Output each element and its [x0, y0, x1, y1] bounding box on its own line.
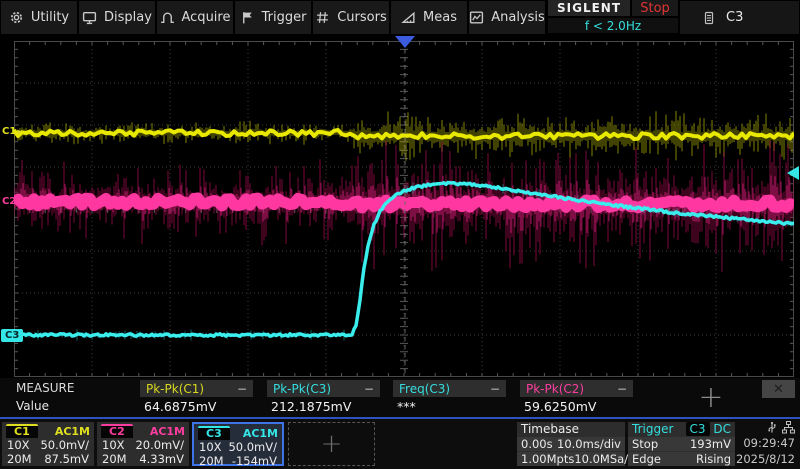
channel-list-icon — [704, 11, 714, 24]
c2-coupling: AC1M — [149, 425, 185, 438]
add-channel-button[interactable]: + — [288, 422, 375, 466]
timebase-delay: 0.00s — [521, 437, 553, 451]
trigger-status: Stop — [632, 437, 659, 451]
menu-meas[interactable]: Meas — [391, 1, 467, 34]
c3-tab[interactable]: C3 — [198, 426, 230, 440]
menu-utility-label: Utility — [30, 10, 70, 25]
measure-value-row-label: Value — [16, 399, 49, 413]
measure-item-pkpk-c1[interactable]: Pk-Pk(C1) − — [140, 380, 253, 397]
measure-strip: MEASURE Value Pk-Pk(C1) − Pk-Pk(C3) − Fr… — [0, 378, 800, 418]
channel-descriptor-c2[interactable]: C2 AC1M 10X 20.0mV/ 20M 4.33mV — [97, 422, 189, 466]
remove-measure-icon[interactable]: − — [237, 382, 247, 396]
cursors-icon — [317, 12, 329, 23]
active-channel-cluster[interactable]: C3 — [680, 1, 799, 34]
top-menu-bar: Utility Display Acquire Trigger Cursors … — [0, 0, 800, 35]
siglent-logo: SIGLENT — [548, 0, 630, 16]
c2-offset-marker[interactable]: C2 ▶ — [2, 196, 23, 207]
remove-measure-icon[interactable]: − — [617, 382, 627, 396]
c2-probe: 10X — [102, 438, 125, 452]
c3-probe: 10X — [199, 440, 222, 454]
menu-trigger-label: Trigger — [261, 10, 307, 25]
measure-value-pkpk-c1: 64.6875mV — [144, 399, 217, 414]
measure-value-freq-c3: *** — [397, 399, 416, 414]
menu-cursors[interactable]: Cursors — [313, 1, 389, 34]
trigger-position-marker[interactable] — [395, 36, 415, 48]
trigger-title: Trigger — [632, 422, 674, 436]
c1-tab[interactable]: C1 — [6, 424, 38, 438]
c1-probe: 10X — [7, 438, 30, 452]
analysis-icon — [470, 11, 484, 24]
add-measure-button[interactable]: + — [688, 380, 734, 415]
trigger-slope: Rising — [696, 452, 731, 466]
graticule-and-traces — [14, 41, 794, 377]
menu-display[interactable]: Display — [79, 1, 155, 34]
usb-icon — [768, 421, 776, 433]
trigger-type: Edge — [632, 452, 661, 466]
clock-date: 2025/8/12 — [736, 452, 795, 466]
status-bar: C1 AC1M 10X 50.0mV/ 20M 87.5mV C2 AC1M 10X… — [0, 419, 800, 469]
c1-coupling: AC1M — [54, 425, 90, 438]
right-arrow-icon: ▶ — [17, 197, 23, 206]
channel-descriptor-c1[interactable]: C1 AC1M 10X 50.0mV/ 20M 87.5mV — [2, 422, 94, 466]
menu-analysis-label: Analysis — [491, 10, 545, 25]
channel-descriptor-c3[interactable]: C3 AC1M 10X 50.0mV/ 20M -154mV — [192, 422, 284, 468]
active-channel-label: C3 — [726, 10, 744, 25]
brand-status-cluster: SIGLENT Stop f < 2.0Hz — [548, 0, 678, 35]
menu-trigger[interactable]: Trigger — [235, 1, 311, 34]
measure-value-pkpk-c2: 59.6250mV — [524, 399, 597, 414]
c2-scale: 20.0mV/ — [135, 438, 184, 452]
measure-value-pkpk-c3: 212.1875mV — [271, 399, 352, 414]
measure-item-freq-c3[interactable]: Freq(C3) − — [393, 380, 506, 397]
c3-scale: 50.0mV/ — [228, 440, 277, 454]
oscilloscope-screen: Utility Display Acquire Trigger Cursors … — [0, 0, 800, 469]
c2-bandwidth: 20M — [102, 452, 127, 466]
remove-measure-icon[interactable]: − — [490, 382, 500, 396]
lan-icon — [782, 421, 795, 434]
trigger-level: 193mV — [689, 437, 731, 451]
c2-tab[interactable]: C2 — [101, 424, 133, 438]
c3-coupling: AC1M — [242, 427, 278, 440]
timebase-box[interactable]: Timebase 0.00s 10.0ms/div 1.00Mpts 10.0MSa… — [517, 422, 634, 466]
menu-analysis[interactable]: Analysis — [469, 1, 545, 34]
menu-utility[interactable]: Utility — [1, 1, 77, 34]
acquisition-status[interactable]: Stop — [632, 0, 678, 16]
measure-title: MEASURE — [16, 381, 75, 395]
c3-offset: -154mV — [231, 454, 277, 468]
clock-box: 09:29:47 2025/8/12 — [736, 420, 797, 467]
c1-offset: 87.5mV — [44, 452, 89, 466]
frequency-counter: f < 2.0Hz — [548, 18, 678, 33]
c1-bandwidth: 20M — [7, 452, 32, 466]
menu-acquire[interactable]: Acquire — [157, 1, 233, 34]
meas-icon — [401, 11, 415, 24]
menu-cursors-label: Cursors — [337, 10, 387, 25]
trigger-box[interactable]: Trigger C3 DC Stop 193mV Edge Rising — [628, 422, 735, 466]
menu-display-label: Display — [104, 10, 152, 25]
clock-time: 09:29:47 — [743, 436, 795, 450]
remove-measure-icon[interactable]: − — [364, 382, 374, 396]
timebase-memory: 1.00Mpts — [521, 452, 575, 466]
gear-icon — [10, 11, 22, 24]
c3-offset-marker[interactable]: C3 — [1, 329, 24, 342]
c1-offset-marker[interactable]: C1 ▶ — [2, 126, 23, 137]
acquire-icon — [160, 12, 174, 24]
display-icon — [82, 11, 97, 25]
trigger-level-marker[interactable] — [787, 166, 799, 180]
menu-meas-label: Meas — [423, 10, 457, 25]
close-measure-button[interactable]: ✕ — [762, 380, 795, 398]
c3-bandwidth: 20M — [199, 454, 224, 468]
flag-icon — [242, 12, 252, 24]
measure-item-pkpk-c3[interactable]: Pk-Pk(C3) − — [267, 380, 380, 397]
timebase-samplerate: 10.0MSa/s — [574, 452, 635, 466]
menu-acquire-label: Acquire — [181, 10, 231, 25]
right-arrow-icon: ▶ — [17, 127, 23, 136]
waveform-display[interactable]: C1 ▶ C2 ▶ C3 — [0, 35, 800, 378]
timebase-title: Timebase — [521, 422, 579, 436]
c2-offset: 4.33mV — [139, 452, 184, 466]
timebase-scale: 10.0ms/div — [557, 437, 621, 451]
c1-scale: 50.0mV/ — [40, 438, 89, 452]
measure-item-pkpk-c2[interactable]: Pk-Pk(C2) − — [520, 380, 633, 397]
trigger-source-coupling: C3 DC — [685, 422, 731, 436]
